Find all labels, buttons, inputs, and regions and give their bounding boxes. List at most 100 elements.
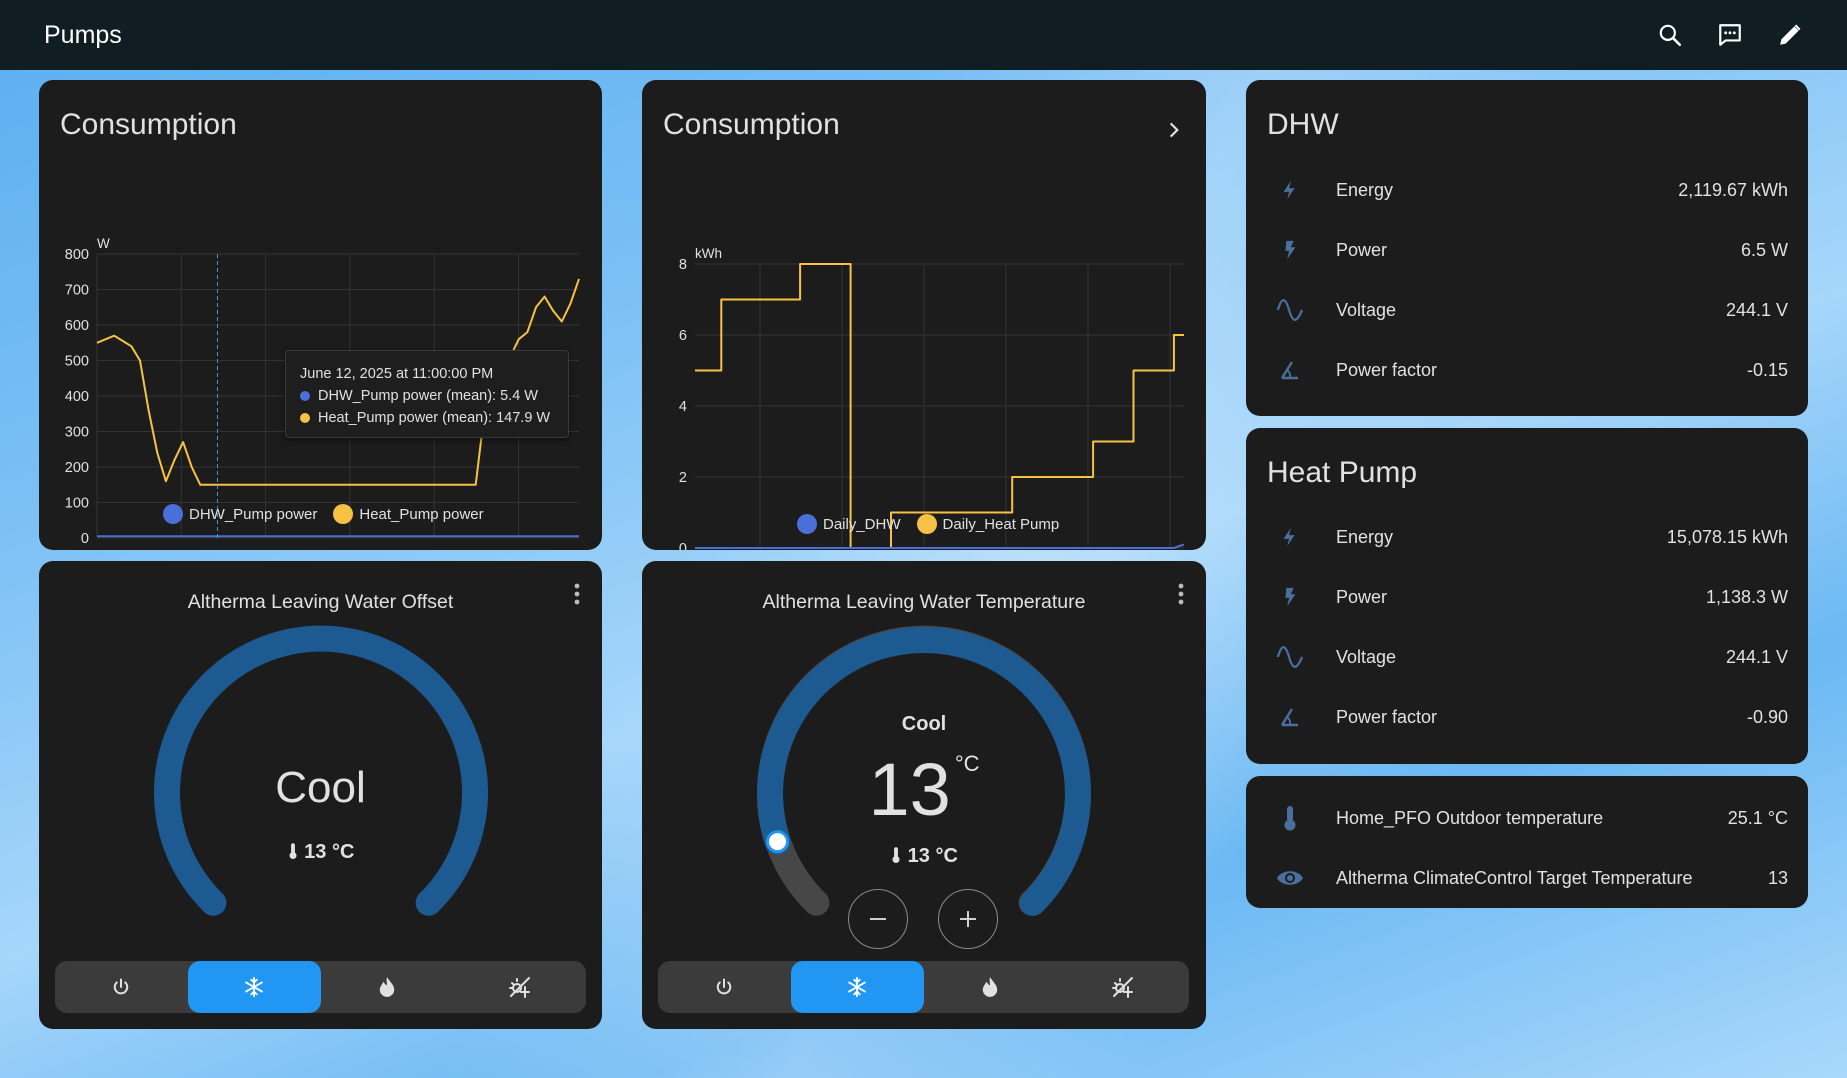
consumption-energy-card[interactable]: Consumption 864208:00 PMJun 134:00 AM8:0… <box>642 80 1206 550</box>
lightning-icon <box>1276 176 1304 204</box>
card-title: Heat Pump <box>1267 456 1418 489</box>
y-tick-label: 500 <box>65 354 89 370</box>
chart-legend: Daily_DHW Daily_Heat Pump <box>797 514 1059 534</box>
energy-chart[interactable]: 864208:00 PMJun 134:00 AM8:00 AM12:00 PM… <box>642 150 1206 550</box>
lightning-icon <box>1276 523 1304 551</box>
entity-row-power-factor[interactable]: Power factor -0.90 <box>1246 697 1808 737</box>
mode-heat-button[interactable] <box>321 961 454 1013</box>
thermostat-title: Altherma Leaving Water Offset <box>187 591 454 613</box>
power-icon <box>717 978 732 995</box>
card-title: Consumption <box>663 108 840 141</box>
search-icon[interactable] <box>1657 22 1683 48</box>
hvac-mode-selector <box>55 961 586 1013</box>
leaving-water-temperature-card: Altherma Leaving Water Temperature Cool … <box>642 561 1206 1029</box>
sine-wave-icon <box>1276 643 1304 671</box>
thermometer-icon <box>1276 804 1304 832</box>
snowflake-icon <box>245 976 264 998</box>
legend-item-daily-dhw[interactable]: Daily_DHW <box>797 514 901 534</box>
decrease-temperature-button[interactable] <box>848 889 908 949</box>
entity-row-voltage[interactable]: Voltage 244.1 V <box>1246 637 1808 677</box>
snowflake-icon <box>848 976 867 998</box>
target-temperature: 13 °C <box>868 748 980 831</box>
misc-entities-card: Home_PFO Outdoor temperature 25.1 °C Alt… <box>1246 776 1808 908</box>
mode-heat-cool-button[interactable] <box>1056 961 1189 1013</box>
entity-row-power[interactable]: Power 1,138.3 W <box>1246 577 1808 617</box>
top-toolbar: Pumps <box>0 0 1847 70</box>
hvac-mode-label: Cool <box>275 763 366 812</box>
y-tick-label: 8 <box>679 257 687 273</box>
angle-icon <box>1276 703 1304 731</box>
chart-tooltip: June 12, 2025 at 11:00:00 PM DHW_Pump po… <box>285 350 569 438</box>
y-tick-label: 700 <box>65 283 89 299</box>
mode-cool-button[interactable] <box>790 961 924 1013</box>
more-options-icon[interactable] <box>574 583 580 605</box>
plus-icon <box>960 911 976 927</box>
x-tick-label: 4:00 PM <box>70 548 124 550</box>
consumption-power-card: Consumption 80070060050040030020010004:0… <box>39 80 602 550</box>
mode-heat-cool-button[interactable] <box>453 961 586 1013</box>
chart-legend: DHW_Pump power Heat_Pump power <box>163 504 484 524</box>
mode-cool-button[interactable] <box>187 961 321 1013</box>
x-tick-label: 8:00 PM <box>154 548 208 550</box>
y-tick-label: 100 <box>65 496 89 512</box>
y-axis-unit: kWh <box>695 246 722 261</box>
legend-item-dhw[interactable]: DHW_Pump power <box>163 504 317 524</box>
tooltip-line-heat: Heat_Pump power (mean): 147.9 W <box>318 410 551 426</box>
increase-temperature-button[interactable] <box>938 889 998 949</box>
chevron-right-icon[interactable] <box>1164 120 1184 140</box>
eye-icon <box>1276 864 1304 892</box>
leaving-water-offset-card: Altherma Leaving Water Offset Cool 13 °C <box>39 561 602 1029</box>
y-tick-label: 400 <box>65 389 89 405</box>
tooltip-heat-dot <box>300 413 310 423</box>
y-tick-label: 2 <box>679 470 687 486</box>
tooltip-date: June 12, 2025 at 11:00:00 PM <box>300 366 494 382</box>
flash-icon <box>1276 236 1304 264</box>
pencil-icon[interactable] <box>1777 22 1803 48</box>
entity-row-outdoor-temperature[interactable]: Home_PFO Outdoor temperature 25.1 °C <box>1246 798 1808 838</box>
x-tick-label: Jun 13 <box>243 548 289 550</box>
entity-row-voltage[interactable]: Voltage 244.1 V <box>1246 290 1808 330</box>
entity-row-power-factor[interactable]: Power factor -0.15 <box>1246 350 1808 390</box>
current-temperature: 13 °C <box>39 841 602 864</box>
y-axis-unit: W <box>97 236 110 251</box>
x-tick-label: 4:00 AM <box>323 548 376 550</box>
legend-item-daily-heat[interactable]: Daily_Heat Pump <box>916 514 1059 534</box>
thermometer-icon <box>892 847 900 864</box>
mode-heat-button[interactable] <box>924 961 1057 1013</box>
card-title: Consumption <box>60 108 237 141</box>
y-tick-label: 800 <box>65 247 89 263</box>
sine-wave-icon <box>1276 296 1304 324</box>
legend-item-heat[interactable]: Heat_Pump power <box>333 504 484 524</box>
minus-icon <box>870 918 886 920</box>
series-line <box>695 543 1185 549</box>
x-tick-label: 8:00 AM <box>408 548 461 550</box>
dhw-entities-card: DHW Energy 2,119.67 kWh Power 6.5 W Volt… <box>1246 80 1808 416</box>
flash-icon <box>1276 583 1304 611</box>
entity-row-energy[interactable]: Energy 15,078.15 kWh <box>1246 517 1808 557</box>
entity-row-target-temperature[interactable]: Altherma ClimateControl Target Temperatu… <box>1246 858 1808 898</box>
entity-row-power[interactable]: Power 6.5 W <box>1246 230 1808 270</box>
heat-cool-icon <box>1111 977 1133 998</box>
fire-icon <box>379 977 395 997</box>
entity-row-energy[interactable]: Energy 2,119.67 kWh <box>1246 170 1808 210</box>
current-temperature: 13 °C <box>642 845 1206 868</box>
heat-cool-icon <box>508 977 530 998</box>
y-tick-label: 6 <box>679 328 687 344</box>
mode-off-button[interactable] <box>55 961 188 1013</box>
thermometer-icon <box>289 843 297 860</box>
power-icon <box>114 978 129 995</box>
thermostat-title: Altherma Leaving Water Temperature <box>762 591 1086 613</box>
y-tick-label: 200 <box>65 460 89 476</box>
card-title: DHW <box>1267 108 1339 141</box>
tooltip-line-dhw: DHW_Pump power (mean): 5.4 W <box>318 388 538 404</box>
hvac-mode-selector <box>658 961 1189 1013</box>
more-options-icon[interactable] <box>1178 583 1184 605</box>
y-tick-label: 0 <box>679 541 687 550</box>
y-tick-label: 300 <box>65 425 89 441</box>
angle-icon <box>1276 356 1304 384</box>
mode-off-button[interactable] <box>658 961 791 1013</box>
x-tick-label: 12:00 PM <box>487 548 549 550</box>
y-tick-label: 4 <box>679 399 687 415</box>
heat-pump-entities-card: Heat Pump Energy 15,078.15 kWh Power 1,1… <box>1246 428 1808 764</box>
assist-icon[interactable] <box>1717 22 1743 48</box>
